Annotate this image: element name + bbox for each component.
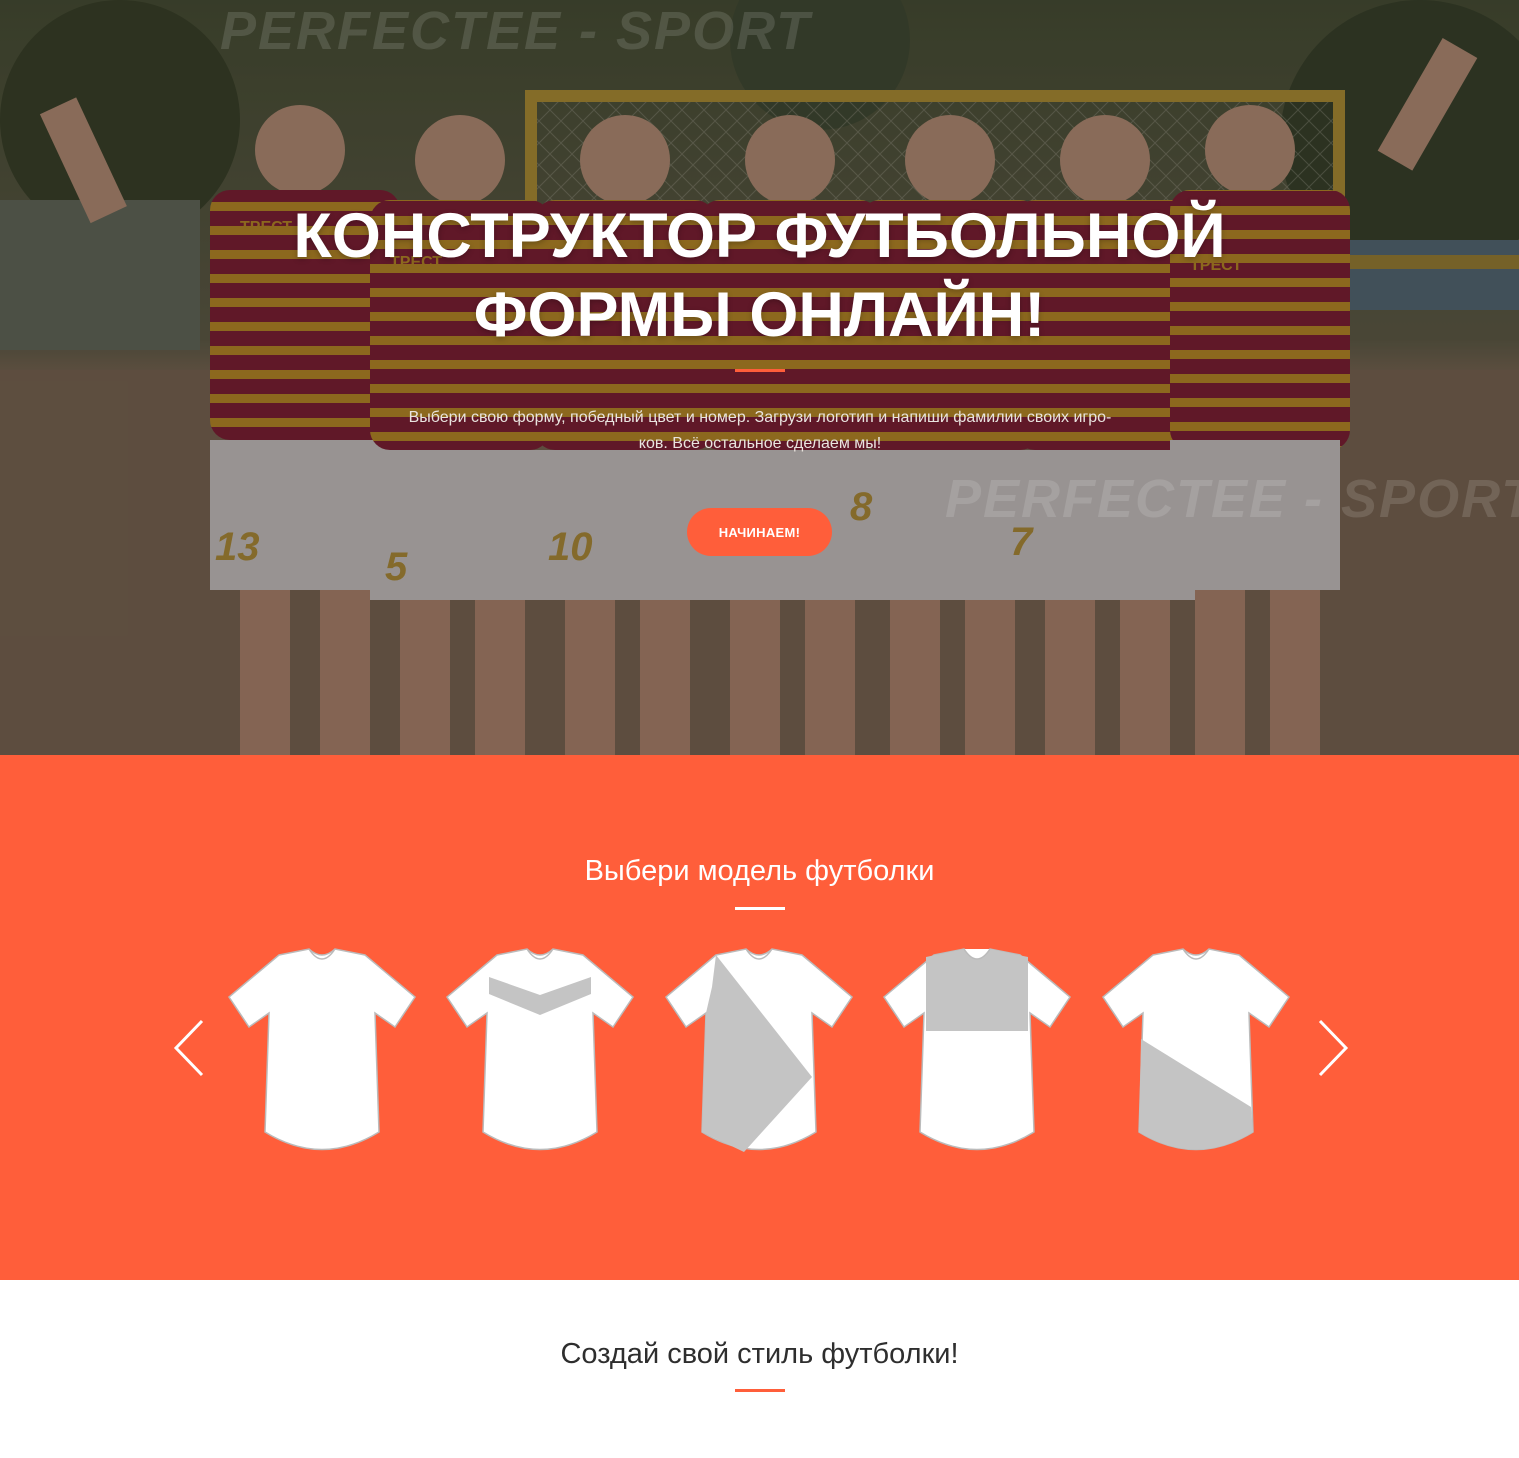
hero-divider — [735, 369, 785, 372]
style-section: Создай свой стиль футболки! — [0, 1280, 1519, 1458]
shirt-model-chest-panel[interactable] — [882, 947, 1072, 1162]
chevron-left-icon — [173, 1019, 204, 1077]
hero-section: 13 5 10 8 7 ТРЕСТ ТРЕСТ ТРЕСТ PERFECTEE … — [0, 0, 1519, 755]
shirt-model-plain[interactable] — [227, 947, 417, 1162]
hero-subtitle-line: Выбери свою форму, победный цвет и номер… — [408, 409, 1112, 426]
model-picker-divider — [735, 907, 785, 910]
carousel-prev-button[interactable] — [170, 1017, 210, 1079]
chevron-right-icon — [1318, 1019, 1349, 1077]
hero-subtitle: Выбери свою форму, победный цвет и номер… — [340, 405, 1180, 457]
hero-overlay — [0, 0, 1519, 755]
style-divider — [735, 1389, 785, 1392]
hero-title-line: ФОРМЫ ОНЛАЙН! — [473, 280, 1046, 350]
shirt-model-diagonal-wedge[interactable] — [664, 947, 854, 1162]
shirt-model-diagonal-bottom[interactable] — [1101, 947, 1291, 1162]
start-button[interactable]: НАЧИНАЕМ! — [687, 508, 832, 556]
hero-title: КОНСТРУКТОР ФУТБОЛЬНОЙ ФОРМЫ ОНЛАЙН! — [0, 197, 1519, 355]
model-picker-title: Выбери модель футболки — [584, 855, 935, 887]
carousel-next-button[interactable] — [1312, 1017, 1352, 1079]
shirt-model-chevron[interactable] — [445, 947, 635, 1162]
watermark-text: PERFECTEE - SPORT — [945, 469, 1519, 529]
hero-title-line: КОНСТРУКТОР ФУТБОЛЬНОЙ — [293, 201, 1226, 271]
hero-subtitle-line: ков. Всё остальное сделаем мы! — [638, 435, 882, 452]
model-picker-section: Выбери модель футболки — [0, 755, 1519, 1280]
watermark-text: PERFECTEE - SPORT — [220, 1, 812, 61]
style-title: Создай свой стиль футболки! — [560, 1338, 959, 1370]
